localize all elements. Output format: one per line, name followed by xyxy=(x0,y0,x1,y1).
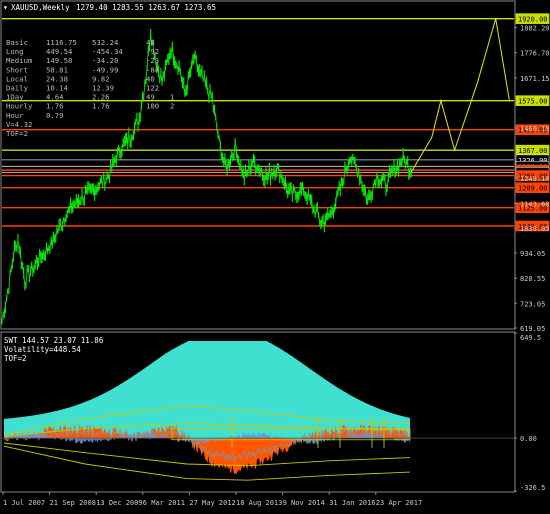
chart-canvas[interactable]: 1920.001575.001453.001367.001326.001299.… xyxy=(0,0,550,510)
price-level-tag: 1209.00 xyxy=(515,182,550,194)
stats-cell: 12.39 xyxy=(92,84,114,93)
stats-row: Hour 0.79 xyxy=(6,111,64,120)
price-level-tag: 1575.00 xyxy=(515,95,550,106)
stats-cell: -84 xyxy=(146,65,160,74)
stats-cell: 40 xyxy=(146,74,155,83)
cyan-volatility-area xyxy=(4,341,410,439)
x-tick-label: 21 Sep 2008 xyxy=(50,499,96,507)
stats-cell: Daily xyxy=(6,84,29,93)
stats-cell: 0.79 xyxy=(46,111,64,120)
stats-cell: -454.34 xyxy=(92,47,123,56)
y-tick-label: 1039.05 xyxy=(520,225,550,233)
x-tick-label: 18 Aug 2013 xyxy=(236,499,282,507)
indicator-name: SWT 144.57 23.07 11.86 xyxy=(4,336,104,345)
indicator-y-tick-label: -326.5 xyxy=(520,484,545,492)
x-tick-label: 31 Jan 2016 xyxy=(329,499,375,507)
x-tick-label: 6 Mar 2011 xyxy=(143,499,185,507)
stats-cell: Hourly xyxy=(6,102,33,111)
stats-tof-line: TOF=2 xyxy=(6,129,28,138)
y-tick-label: 1671.15 xyxy=(520,75,550,83)
stats-cell: 149.58 xyxy=(46,56,72,65)
stats-row: Daily 10.14 12.39 122 xyxy=(6,84,159,93)
stats-cell: 9.82 xyxy=(92,74,110,83)
stats-cell: Hour xyxy=(6,111,24,120)
stats-cell: 1116.75 xyxy=(46,38,77,47)
stats-row: Short 58.81 -49.99 -84 xyxy=(6,65,160,74)
indicator-y-tick-label: 0.00 xyxy=(520,435,537,443)
y-tick-label: 1249.10 xyxy=(520,175,550,183)
x-tick-label: 27 May 2012 xyxy=(189,499,235,507)
y-tick-label: 1460.10 xyxy=(520,125,550,133)
stats-cell: 1.76 xyxy=(92,102,110,111)
indicator-tof: TOF=2 xyxy=(4,354,27,363)
ohlc-values: 1279.40 1283.55 1263.67 1273.65 xyxy=(76,3,216,12)
stats-cell: 58.81 xyxy=(46,65,68,74)
symbol-label: XAUUSD,Weekly xyxy=(11,3,70,12)
stats-cell: -49.99 xyxy=(92,65,118,74)
collapse-arrow-icon[interactable]: ▾ xyxy=(3,3,8,12)
y-tick-label: 828.55 xyxy=(520,275,545,283)
x-tick-label: 13 Dec 2009 xyxy=(96,499,142,507)
indicator-y-tick-label: 649.5 xyxy=(520,334,541,342)
stats-cell: Medium xyxy=(6,56,33,65)
indicator-volatility: Volatility=448.54 xyxy=(4,345,81,354)
stats-cell: -92 xyxy=(146,47,159,56)
x-tick-label: 9 Nov 2014 xyxy=(283,499,325,507)
price-level-tag-text: 1575.00 xyxy=(518,98,548,106)
stats-table: Basic 1116.75 532.24 48 Long 449.54 -454.34 -92… xyxy=(6,38,174,138)
stats-cell: 49 xyxy=(146,93,155,102)
price-level-tag: 1920.00 xyxy=(515,13,550,24)
projection-line xyxy=(410,18,510,173)
stats-row: Basic 1116.75 532.24 48 xyxy=(6,38,155,47)
stats-cell: 100 xyxy=(146,102,159,111)
projection-layer xyxy=(410,18,510,173)
stats-cell: 2.26 xyxy=(92,93,110,102)
y-tick-label: 723.05 xyxy=(520,300,545,308)
price-level-tag-text: 1209.00 xyxy=(518,185,548,193)
y-tick-label: 619.05 xyxy=(520,325,545,333)
stats-cell: 2 xyxy=(170,102,174,111)
indicator-header: SWT 144.57 23.07 11.86 Volatility=448.54… xyxy=(4,336,104,363)
stats-cell: 4.64 xyxy=(46,93,64,102)
stats-cell: 1 xyxy=(170,93,174,102)
stats-row: Medium 149.58 -34.20 -23 xyxy=(6,56,159,65)
price-level-tag-text: 1920.00 xyxy=(518,16,548,24)
stats-cell: 449.54 xyxy=(46,47,73,56)
stats-row: Long 449.54 -454.34 -92 xyxy=(6,47,159,56)
stats-cell: 1Day xyxy=(6,93,24,102)
stats-cell: 10.14 xyxy=(46,84,69,93)
stats-cell: -34.20 xyxy=(92,56,118,65)
chart-window: 1920.001575.001453.001367.001326.001299.… xyxy=(0,0,550,510)
x-tick-label: 23 Apr 2017 xyxy=(376,499,422,507)
stats-v-line: V=4.32 xyxy=(6,120,32,129)
stats-cell: 24.38 xyxy=(46,74,68,83)
stats-row: Hourly 1.76 1.76 100 2 xyxy=(6,102,174,111)
y-tick-label: 1776.70 xyxy=(520,50,550,58)
price-level-tag-text: 1367.00 xyxy=(518,147,548,155)
stats-cell: -23 xyxy=(146,56,159,65)
stats-cell: Basic xyxy=(6,38,28,47)
y-tick-label: 1143.60 xyxy=(520,200,550,208)
stats-cell: Local xyxy=(6,74,28,83)
stats-row: Local 24.38 9.82 40 xyxy=(6,74,155,83)
x-tick-label: 1 Jul 2007 xyxy=(3,499,45,507)
y-tick-label: 934.05 xyxy=(520,250,545,258)
stats-cell: 48 xyxy=(146,38,155,47)
stats-cell: Short xyxy=(6,65,28,74)
stats-cell: 1.76 xyxy=(46,102,64,111)
price-header: ▾ XAUUSD,Weekly 1279.40 1283.55 1263.67 … xyxy=(3,3,216,12)
indicator-layer xyxy=(2,341,514,481)
stats-cell: 532.24 xyxy=(92,38,119,47)
price-level-tag: 1367.00 xyxy=(515,144,550,156)
stats-cell: 122 xyxy=(146,84,159,93)
stats-cell: Long xyxy=(6,47,24,56)
y-tick-label: 1882.20 xyxy=(520,25,550,33)
